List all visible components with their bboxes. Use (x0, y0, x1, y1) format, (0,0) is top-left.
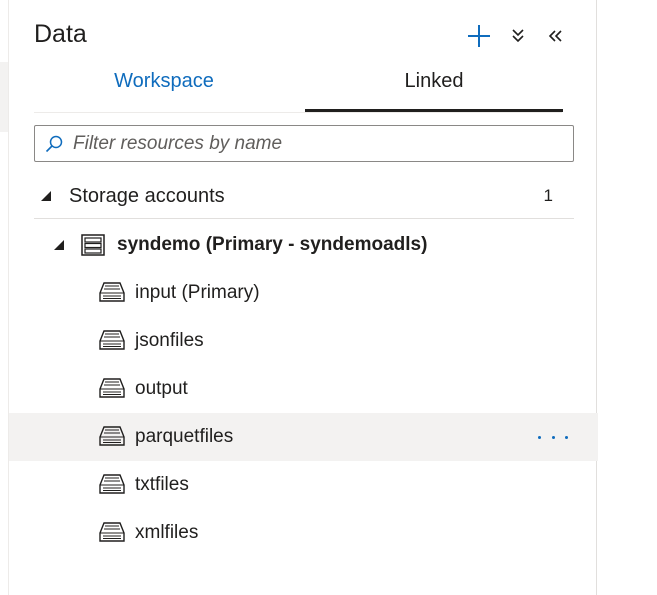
more-dot (551, 435, 555, 439)
storage-account-icon (81, 234, 105, 256)
container-label: txtfiles (135, 474, 189, 495)
caret-expanded-icon (41, 191, 51, 201)
tree-container-row[interactable]: jsonfiles (9, 317, 598, 365)
group-count: 1 (543, 186, 553, 205)
left-edge-marker (0, 62, 8, 132)
tree-container-row[interactable]: output (9, 365, 598, 413)
group-label: Storage accounts (69, 184, 225, 207)
container-icon (99, 522, 125, 542)
chevron-double-down-icon (512, 29, 524, 43)
tree-container-row[interactable]: parquetfiles (9, 413, 598, 461)
container-label: parquetfiles (135, 426, 234, 447)
tree-container-row[interactable]: input (Primary) (9, 269, 598, 317)
container-icon (99, 378, 125, 398)
more-actions-button[interactable] (538, 427, 568, 447)
tab-workspace[interactable]: Workspace (104, 70, 224, 112)
filter-resources-input[interactable] (73, 130, 563, 157)
container-label: xmlfiles (135, 522, 199, 543)
collapse-panel-button[interactable] (541, 22, 569, 50)
data-panel: Data Workspace Linked Storage accounts 1 (8, 0, 598, 595)
editor-area (598, 0, 657, 595)
add-resource-button[interactable] (465, 22, 493, 50)
chevron-double-left-icon (548, 30, 562, 42)
tree-container-row[interactable]: xmlfiles (9, 509, 598, 557)
more-dot (565, 435, 568, 439)
panel-title: Data (34, 20, 87, 48)
container-icon (99, 426, 125, 446)
more-dot (538, 435, 541, 439)
expand-all-button[interactable] (504, 22, 532, 50)
container-label: jsonfiles (135, 330, 204, 351)
container-icon (99, 330, 125, 350)
container-icon (99, 282, 125, 302)
filter-box (34, 125, 574, 162)
group-divider (34, 218, 574, 219)
account-label: syndemo (Primary - syndemoadls) (117, 234, 428, 255)
container-label: output (135, 378, 188, 399)
tree-account-syndemo[interactable]: syndemo (Primary - syndemoadls) (9, 221, 598, 269)
container-label: input (Primary) (135, 282, 260, 303)
tree-group-storage-accounts[interactable]: Storage accounts 1 (9, 172, 598, 220)
tree-container-row[interactable]: txtfiles (9, 461, 598, 509)
tab-divider (34, 112, 562, 113)
container-icon (99, 474, 125, 494)
search-icon (45, 135, 63, 153)
left-edge (0, 0, 8, 595)
plus-icon (468, 25, 490, 47)
tab-linked[interactable]: Linked (305, 70, 563, 112)
caret-expanded-icon (54, 240, 64, 250)
